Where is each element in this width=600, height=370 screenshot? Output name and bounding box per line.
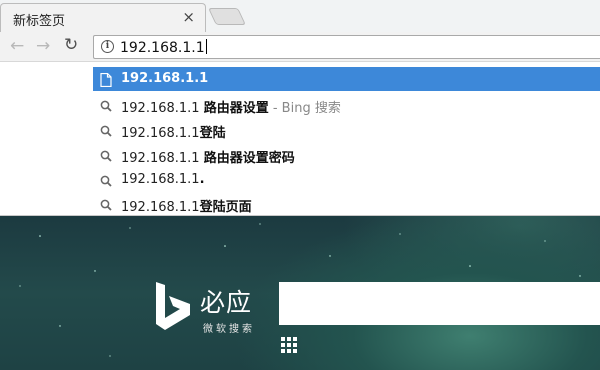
suggestion-item[interactable]: 192.168.1.1登陆页面 [93, 192, 600, 216]
tab-new-tab[interactable]: 新标签页 × [0, 3, 206, 32]
bing-tagline: 微软搜索 [203, 324, 255, 335]
suggestion-prefix: 192.168.1.1 [121, 71, 209, 86]
toolbar: ← → ↻ i 192.168.1.1 [0, 32, 600, 62]
tab-strip: 新标签页 × [0, 0, 600, 32]
suggestion-item[interactable]: 192.168.1.1 路由器设置 - Bing 搜索 [93, 93, 600, 117]
text-caret [205, 39, 207, 54]
suggestion-match: 路由器设置密码 [203, 151, 295, 166]
suggestion-match: 路由器设置 [203, 101, 269, 116]
bing-brand-name: 必应 [200, 288, 253, 317]
page-icon [100, 72, 112, 88]
tab-title: 新标签页 [13, 14, 66, 29]
suggestion-prefix: 192.168.1.1 [121, 126, 200, 141]
omnibox-suggestions: 192.168.1.1 192.168.1.1 路由器设置 - Bing 搜索 19… [0, 62, 600, 216]
bing-logo-icon [156, 282, 190, 330]
suggestion-prefix: 192.168.1.1 [121, 172, 200, 187]
search-icon [100, 98, 112, 112]
bing-hero: 必应 微软搜索 [0, 216, 600, 370]
suggestion-item[interactable]: 192.168.1.1登陆 [93, 118, 600, 142]
suggestion-item[interactable]: 192.168.1.1 [93, 67, 600, 91]
suggestion-prefix: 192.168.1.1 [121, 200, 200, 215]
search-icon [100, 197, 112, 211]
info-icon[interactable]: i [101, 40, 114, 53]
search-icon [100, 148, 112, 162]
suggestion-item[interactable]: 192.168.1.1. [93, 168, 600, 192]
suggestion-match: . [199, 172, 205, 187]
suggestion-match: 登陆页面 [199, 200, 252, 215]
suggestion-prefix: 192.168.1.1 [121, 101, 204, 116]
back-arrow-icon[interactable]: ← [10, 36, 24, 56]
suggestion-match: 登陆 [199, 126, 226, 141]
bing-search-input[interactable] [279, 282, 600, 325]
search-icon [100, 123, 112, 137]
reload-icon[interactable]: ↻ [64, 35, 78, 55]
suggestion-prefix: 192.168.1.1 [121, 151, 204, 166]
suggestion-text: 192.168.1.1登陆页面 [121, 196, 252, 215]
search-icon [100, 173, 112, 187]
suggestion-item[interactable]: 192.168.1.1 路由器设置密码 [93, 143, 600, 167]
suggestion-hint: - Bing 搜索 [268, 101, 341, 116]
close-icon[interactable]: × [182, 8, 195, 26]
address-value: 192.168.1.1 [120, 40, 205, 56]
suggestion-text: 192.168.1.1 路由器设置密码 [121, 147, 295, 166]
apps-grid-icon[interactable] [281, 337, 297, 353]
new-tab-button[interactable] [208, 8, 246, 25]
suggestion-text: 192.168.1.1 路由器设置 - Bing 搜索 [121, 97, 341, 116]
suggestion-text: 192.168.1.1 [121, 71, 208, 86]
address-bar[interactable]: i 192.168.1.1 [93, 35, 600, 59]
forward-arrow-icon[interactable]: → [36, 36, 50, 56]
address-input[interactable]: 192.168.1.1 [120, 39, 207, 56]
suggestion-text: 192.168.1.1登陆 [121, 122, 226, 141]
suggestion-text: 192.168.1.1. [121, 172, 205, 187]
